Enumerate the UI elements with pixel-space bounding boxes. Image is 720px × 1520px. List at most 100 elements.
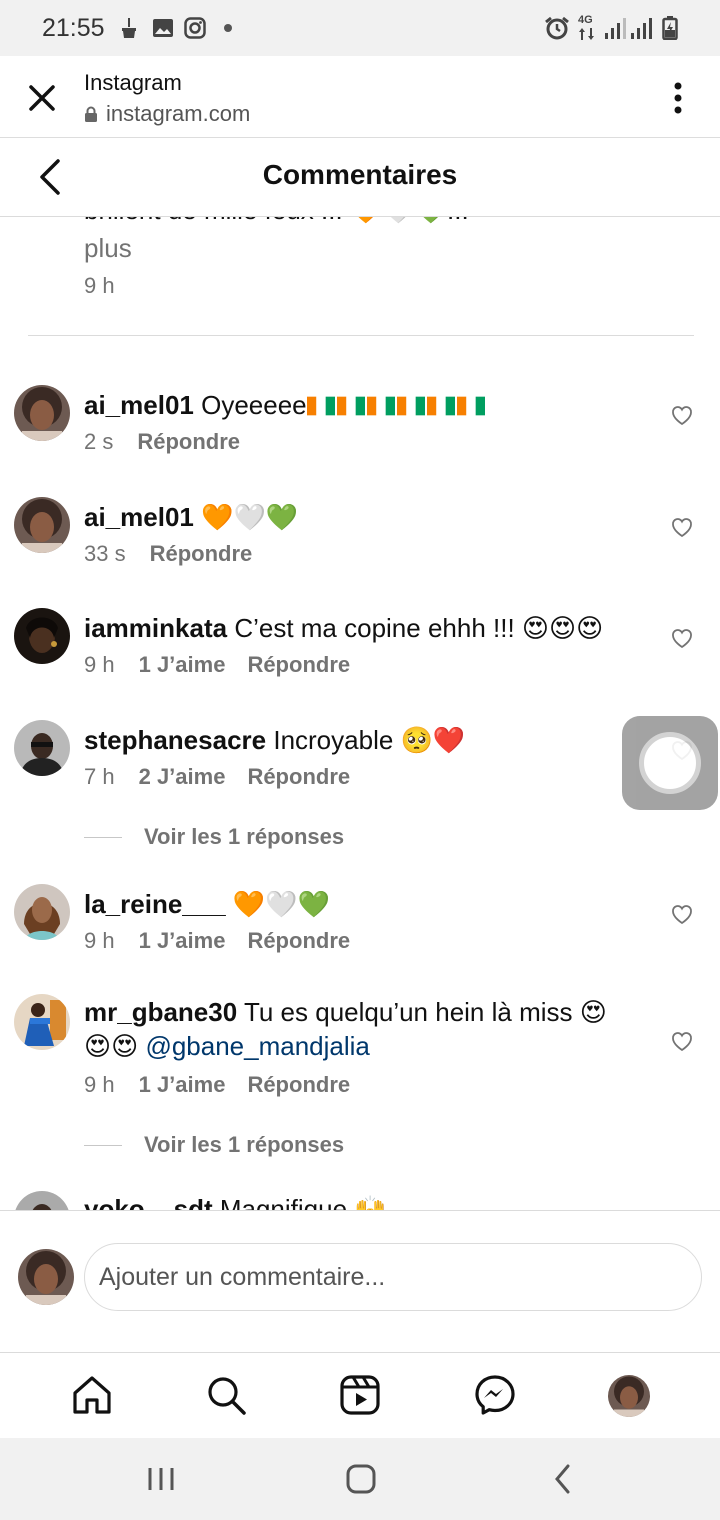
mention-link[interactable]: @gbane_mandjalia <box>145 1031 369 1061</box>
comment-meta: 9 h 1 J’aime Répondre <box>84 928 350 954</box>
ivory-coast-flag-icon <box>456 396 485 416</box>
comment-text: ai_mel01 Oyeeeee <box>84 387 487 423</box>
cleaner-icon <box>122 18 136 38</box>
like-heart-icon[interactable] <box>670 516 694 538</box>
like-heart-icon[interactable] <box>670 903 694 925</box>
comment-username[interactable]: ai_mel01 <box>84 390 194 420</box>
ivory-coast-flags <box>306 390 487 420</box>
woman-portrait-avatar <box>14 884 70 940</box>
ivory-coast-flag-icon <box>426 396 455 416</box>
avatar[interactable] <box>14 884 70 940</box>
like-count[interactable]: 2 J’aime <box>139 764 226 789</box>
comment-body: Tu es quelqu’un hein là miss 😍 <box>243 997 607 1027</box>
comment-input[interactable] <box>84 1243 702 1311</box>
comment-time: 2 s <box>84 429 114 454</box>
profile-avatar[interactable] <box>608 1375 650 1417</box>
girl-portrait-avatar <box>608 1375 650 1417</box>
comment-time: 9 h <box>84 652 115 677</box>
like-heart-icon[interactable] <box>670 627 694 649</box>
more-options-icon[interactable] <box>664 80 692 116</box>
comment-time: 33 s <box>84 541 126 566</box>
signal-2-icon <box>631 18 652 39</box>
reply-button[interactable]: Répondre <box>150 541 253 566</box>
reply-button[interactable]: Répondre <box>247 764 350 789</box>
network-type-icon: 4G <box>578 14 593 26</box>
avatar[interactable] <box>14 385 70 441</box>
search-icon[interactable] <box>204 1373 248 1417</box>
replies-line <box>84 1144 122 1146</box>
comment-body: Magnifique 🙌 <box>219 1194 387 1210</box>
avatar[interactable] <box>14 994 70 1050</box>
comment-text: stephanesacre Incroyable 🥺❤️ <box>84 722 465 758</box>
comment-text: iamminkata C’est ma copine ehhh !!! 😍😍😍 <box>84 610 603 646</box>
caption-time: 9 h <box>84 273 115 298</box>
comment-input-bar <box>0 1210 720 1352</box>
data-arrows-icon <box>579 28 594 40</box>
comment-username[interactable]: mr_gbane30 <box>84 997 237 1027</box>
bottom-navigation <box>0 1352 720 1438</box>
comment-username[interactable]: yoko__sdt <box>84 1194 213 1210</box>
comment-username[interactable]: stephanesacre <box>84 725 266 755</box>
comment-meta: 2 s Répondre <box>84 429 240 455</box>
close-icon[interactable] <box>22 78 62 118</box>
home-icon[interactable] <box>70 1373 114 1417</box>
browser-custom-tab-header: Instagram instagram.com <box>0 56 720 138</box>
comment-meta: 9 h 1 J’aime Répondre <box>84 652 350 678</box>
view-replies-button[interactable]: Voir les 1 réponses <box>84 824 344 850</box>
comment-time: 9 h <box>84 928 115 953</box>
man-portrait-avatar <box>14 1191 70 1210</box>
girl-portrait-avatar <box>14 497 70 553</box>
comment-text: mr_gbane30 Tu es quelqu’un hein là miss … <box>84 994 607 1030</box>
comment-body: Incroyable 🥺❤️ <box>273 725 466 755</box>
assistive-touch-button[interactable] <box>622 716 718 810</box>
like-heart-icon[interactable] <box>670 404 694 426</box>
messenger-icon[interactable] <box>473 1373 517 1417</box>
battery-charging-icon <box>662 16 678 40</box>
back-button-icon[interactable] <box>550 1462 576 1496</box>
like-count[interactable]: 1 J’aime <box>139 652 226 677</box>
comment-username[interactable]: ai_mel01 <box>84 502 194 532</box>
girl-portrait-avatar <box>14 385 70 441</box>
avatar[interactable] <box>14 1191 70 1210</box>
comment-username[interactable]: iamminkata <box>84 613 227 643</box>
notification-dot-icon <box>224 24 232 32</box>
comment-time: 7 h <box>84 764 115 789</box>
caption-more-link[interactable]: plus <box>84 233 132 264</box>
girl-portrait-avatar <box>18 1249 74 1305</box>
man-portrait-avatar <box>14 720 70 776</box>
view-replies-label: Voir les 1 réponses <box>144 1132 345 1157</box>
replies-line <box>84 836 122 838</box>
comments-list[interactable]: brillent de mille feux !!! 🧡🤍💚... plus 9… <box>0 217 720 1210</box>
signal-1-icon <box>605 18 626 39</box>
system-navigation-bar <box>0 1438 720 1520</box>
like-heart-icon[interactable] <box>670 1030 694 1052</box>
reply-button[interactable]: Répondre <box>247 928 350 953</box>
comment-username[interactable]: la_reine___ <box>84 889 226 919</box>
avatar[interactable] <box>14 720 70 776</box>
comment-meta: 9 h 1 J’aime Répondre <box>84 1072 350 1098</box>
page-title: Commentaires <box>262 159 458 190</box>
tab-site-title: Instagram <box>84 70 182 95</box>
comment-text: la_reine___ 🧡🤍💚 <box>84 886 330 922</box>
reply-button[interactable]: Répondre <box>137 429 240 454</box>
avatar[interactable] <box>14 497 70 553</box>
home-button-icon[interactable] <box>344 1462 378 1496</box>
my-avatar <box>18 1249 74 1305</box>
comment-body: Oyeeeee <box>201 390 307 420</box>
man-blue-portrait-avatar <box>14 994 70 1050</box>
comment-time: 9 h <box>84 1072 115 1097</box>
avatar[interactable] <box>14 608 70 664</box>
comment-body: C’est ma copine ehhh !!! 😍😍😍 <box>234 613 604 643</box>
recent-apps-icon[interactable] <box>146 1462 176 1496</box>
reply-button[interactable]: Répondre <box>247 652 350 677</box>
ivory-coast-flag-icon <box>396 396 425 416</box>
reels-icon[interactable] <box>338 1373 382 1417</box>
ivory-coast-flag-icon <box>336 396 365 416</box>
like-count[interactable]: 1 J’aime <box>139 928 226 953</box>
comment-text: ai_mel01 🧡🤍💚 <box>84 499 298 535</box>
caption-text: brillent de mille feux !!! 🧡🤍💚... <box>84 217 469 226</box>
like-count[interactable]: 1 J’aime <box>139 1072 226 1097</box>
tab-url: instagram.com <box>84 101 250 127</box>
reply-button[interactable]: Répondre <box>247 1072 350 1097</box>
view-replies-button[interactable]: Voir les 1 réponses <box>84 1132 344 1158</box>
